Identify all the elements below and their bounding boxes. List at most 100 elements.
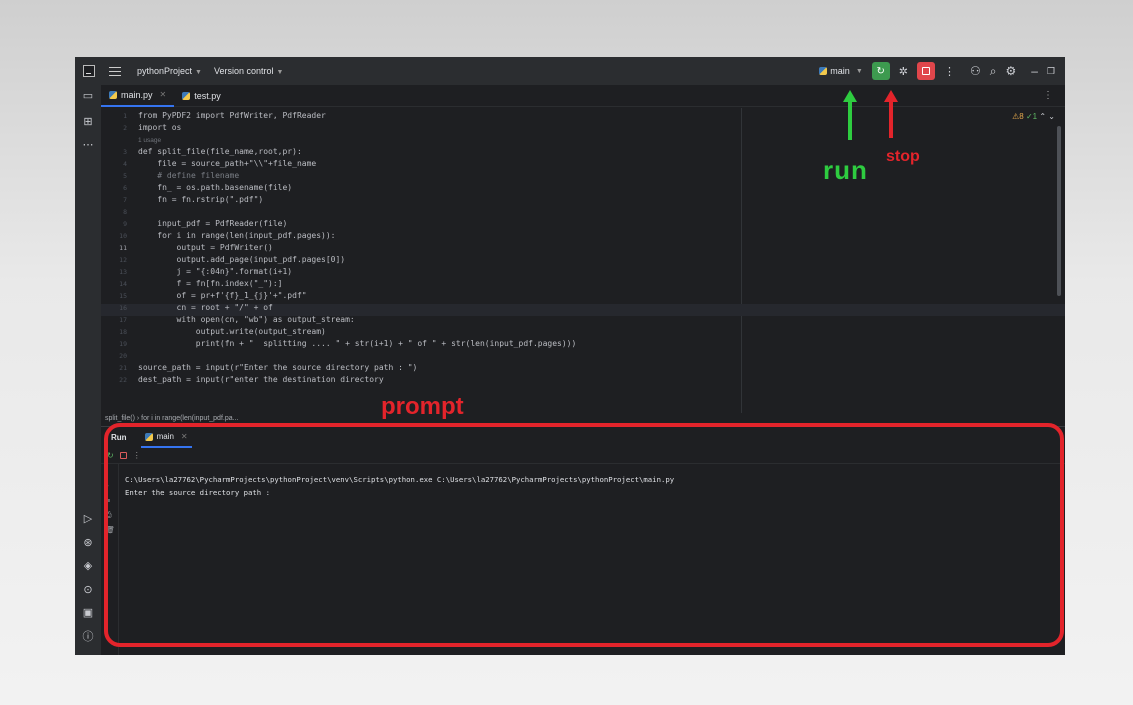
line-number: 5 xyxy=(123,172,127,180)
code-line: output.add_page(input_pdf.pages[0]) xyxy=(138,255,346,264)
chevron-down-icon: ▼ xyxy=(276,69,284,76)
search-icon[interactable]: ⌕ xyxy=(990,64,997,79)
python-packages-icon[interactable]: ⊛ xyxy=(82,537,94,549)
line-number: 9 xyxy=(123,220,127,228)
inspection-widget[interactable]: ⚠8 ✓1 ⌃ ⌄ xyxy=(1012,112,1055,121)
line-number: 18 xyxy=(119,328,127,336)
code-line: cn = root + "/" + of xyxy=(138,303,273,312)
line-number: 7 xyxy=(123,196,127,204)
line-number: 4 xyxy=(123,160,127,168)
run-config-selector[interactable]: main ▼ xyxy=(819,66,863,76)
python-file-icon xyxy=(819,67,828,75)
title-bar: pythonProject ▼ Version control ▼ main ▼ ↻ … xyxy=(75,57,1065,85)
code-line: input_pdf = PdfReader(file) xyxy=(138,219,288,228)
tabs-menu-icon[interactable]: ⋮ xyxy=(1043,90,1053,101)
ok-count: 1 xyxy=(1032,112,1038,121)
tab-label: test.py xyxy=(194,90,221,101)
stop-icon xyxy=(921,67,930,75)
vcs-label: Version control xyxy=(213,66,274,76)
stop-button[interactable] xyxy=(916,62,935,80)
code-line: source_path = input(r"Enter the source d… xyxy=(138,363,418,372)
line-number: 16 xyxy=(119,304,127,312)
line-number: 13 xyxy=(119,268,127,276)
line-number: 11 xyxy=(119,244,127,252)
code-editor[interactable]: ⚠8 ✓1 ⌃ ⌄ 1 2 3 4 5 6 7 8 9 10 11 12 13 … xyxy=(101,108,1065,413)
code-line: f = fn[fn.index("_"):] xyxy=(138,279,283,288)
terminal-icon[interactable]: ▣ xyxy=(82,607,94,619)
code-line: fn = fn.rstrip(".pdf") xyxy=(138,195,264,204)
minimize-icon[interactable]: – xyxy=(1031,64,1038,78)
line-number: 8 xyxy=(123,208,127,216)
layers-icon[interactable]: ◈ xyxy=(82,560,94,572)
settings-gear-icon[interactable]: ⚙ xyxy=(1005,64,1016,78)
tab-main-py[interactable]: main.py ✕ xyxy=(101,85,175,107)
line-number: 20 xyxy=(119,352,127,360)
line-number: 2 xyxy=(123,124,127,132)
chevron-down-icon: ▼ xyxy=(855,67,863,75)
run-annotation: run xyxy=(823,155,868,185)
code-line: def split_file(file_name,root,pr): xyxy=(138,147,302,156)
prompt-annotation: prompt xyxy=(381,393,464,420)
close-icon[interactable]: ✕ xyxy=(160,90,167,99)
line-number: 3 xyxy=(123,148,127,156)
check-icon: ✓ xyxy=(1025,112,1033,121)
line-number: 22 xyxy=(119,376,127,384)
line-number: 15 xyxy=(119,292,127,300)
line-number: 12 xyxy=(119,256,127,264)
code-line: dest_path = input(r"enter the destinatio… xyxy=(138,375,384,384)
prompt-highlight-box xyxy=(104,423,1064,647)
add-user-icon[interactable]: ⚇ xyxy=(970,64,981,78)
python-file-icon xyxy=(182,91,191,100)
code-line: from PyPDF2 import PdfWriter, PdfReader xyxy=(138,111,326,120)
code-line: print(fn + " splitting .... " + str(i+1)… xyxy=(138,339,577,348)
project-selector[interactable]: pythonProject ▼ xyxy=(137,66,202,76)
code-line: file = source_path+"\\"+file_name xyxy=(138,159,317,168)
git-icon[interactable]: ⑂ xyxy=(82,654,94,655)
stop-arrow-icon xyxy=(884,90,898,138)
line-number: 21 xyxy=(119,364,127,372)
pycharm-logo-icon xyxy=(83,65,95,77)
run-tool-icon[interactable]: ▷ xyxy=(82,513,94,525)
vcs-menu[interactable]: Version control ▼ xyxy=(214,66,283,76)
more-actions-icon[interactable]: ⋮ xyxy=(944,65,955,78)
usage-hint[interactable]: 1 usage xyxy=(138,137,161,144)
chevron-down-icon: ▼ xyxy=(195,69,202,76)
tab-label: main.py xyxy=(121,89,153,100)
chevron-down-icon[interactable]: ⌄ xyxy=(1048,112,1055,121)
line-number: 1 xyxy=(123,112,127,120)
line-number: 19 xyxy=(119,340,127,348)
project-folder-icon[interactable]: ▭ xyxy=(82,90,94,102)
left-tool-strip: ▭ ⊞ ⋯ ▷ ⊛ ◈ ⊙ ▣ ⓘ ⑂ xyxy=(75,85,101,655)
code-line: with open(cn, "wb") as output_stream: xyxy=(138,315,355,324)
main-menu-icon[interactable] xyxy=(109,66,121,76)
project-name: pythonProject xyxy=(137,66,193,76)
python-file-icon xyxy=(109,90,117,99)
editor-tabs: main.py ✕ test.py ⋮ xyxy=(101,85,1065,107)
problems-icon[interactable]: ⓘ xyxy=(82,631,94,643)
tab-test-py[interactable]: test.py xyxy=(174,85,229,107)
line-number: 10 xyxy=(119,232,127,240)
run-button[interactable]: ↻ xyxy=(871,62,890,80)
run-arrow-icon xyxy=(843,90,857,140)
line-number: 17 xyxy=(119,316,127,324)
line-number: 14 xyxy=(119,280,127,288)
services-icon[interactable]: ⊙ xyxy=(82,584,94,596)
restore-icon[interactable]: ❐ xyxy=(1047,66,1055,77)
chevron-up-icon[interactable]: ⌃ xyxy=(1039,112,1046,121)
stop-annotation: stop xyxy=(886,148,920,165)
code-line: of = pr+f'{f}_1_{j}'+".pdf" xyxy=(138,291,307,300)
code-comment: # define filename xyxy=(138,171,240,180)
debug-icon[interactable]: ✲ xyxy=(899,65,908,78)
structure-icon[interactable]: ⊞ xyxy=(82,116,94,128)
right-margin-guide xyxy=(741,108,742,413)
code-line: import os xyxy=(138,123,182,132)
code-line-current: output = PdfWriter() xyxy=(138,243,273,252)
code-line: fn_ = os.path.basename(file) xyxy=(138,183,293,192)
warning-count: 8 xyxy=(1019,112,1024,121)
line-number: 6 xyxy=(123,184,127,192)
more-tools-icon[interactable]: ⋯ xyxy=(82,139,94,151)
editor-scrollbar[interactable] xyxy=(1057,126,1061,296)
code-line: j = "{:04n}".format(i+1) xyxy=(138,267,293,276)
rerun-icon: ↻ xyxy=(876,65,885,77)
run-config-label: main xyxy=(830,66,850,76)
